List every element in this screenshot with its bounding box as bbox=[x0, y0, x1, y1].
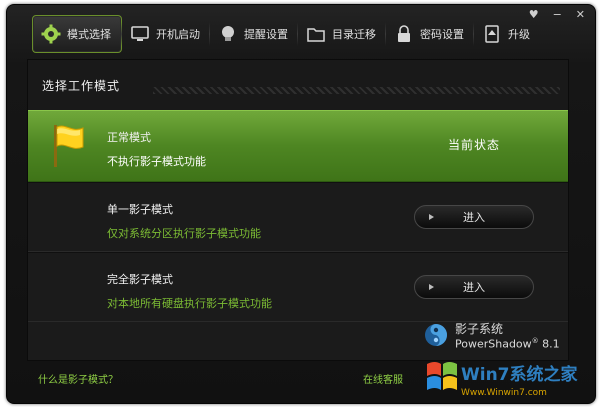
tab-mode-select[interactable]: 模式选择 bbox=[32, 15, 122, 53]
monitor-icon bbox=[130, 24, 150, 44]
lock-icon bbox=[394, 24, 414, 44]
enter-single-mode-label: 进入 bbox=[463, 211, 485, 224]
mode-row-full: 完全影子模式 对本地所有硬盘执行影子模式功能 进入 bbox=[28, 252, 568, 322]
watermark-url: Www.Winwin7.com bbox=[461, 388, 547, 398]
tab-mode-select-label: 模式选择 bbox=[67, 28, 111, 41]
powershadow-logo-icon bbox=[425, 324, 447, 346]
tab-reminder-label: 提醒设置 bbox=[244, 28, 288, 41]
panel-title: 选择工作模式 bbox=[42, 78, 121, 93]
tab-startup-label: 开机启动 bbox=[156, 28, 200, 41]
tab-password[interactable]: 密码设置 bbox=[385, 16, 474, 52]
lightbulb-icon bbox=[218, 24, 238, 44]
tab-reminder[interactable]: 提醒设置 bbox=[209, 16, 298, 52]
flag-icon bbox=[54, 125, 84, 167]
top-tabs: 模式选择 开机启动 提醒设置 目录迁移 密码设置 升级 bbox=[32, 15, 540, 53]
enter-full-mode-button[interactable]: 进入 bbox=[414, 275, 534, 299]
win7-watermark: Win7系统之家 Www.Winwin7.com bbox=[427, 362, 578, 398]
mode-desc-single: 仅对系统分区执行影子模式功能 bbox=[107, 227, 261, 240]
mode-row-single: 单一影子模式 仅对系统分区执行影子模式功能 进入 bbox=[28, 182, 568, 252]
mode-desc-full: 对本地所有硬盘执行影子模式功能 bbox=[107, 297, 272, 310]
panel-header: 选择工作模式 bbox=[28, 60, 568, 110]
play-arrow-icon bbox=[429, 214, 434, 220]
mode-row-normal[interactable]: 正常模式 不执行影子模式功能 当前状态 bbox=[28, 110, 568, 182]
brand-name-cn: 影子系统 bbox=[455, 322, 504, 336]
brand-name-en: PowerShadow® 8.1 bbox=[455, 337, 560, 351]
tab-dir-migrate-label: 目录迁移 bbox=[332, 28, 376, 41]
enter-single-mode-button[interactable]: 进入 bbox=[414, 205, 534, 229]
enter-full-mode-label: 进入 bbox=[463, 281, 485, 294]
mode-name-single: 单一影子模式 bbox=[107, 203, 173, 216]
current-status-label: 当前状态 bbox=[448, 138, 501, 152]
minimize-icon[interactable]: − bbox=[553, 8, 562, 21]
tab-upgrade[interactable]: 升级 bbox=[473, 16, 540, 52]
watermark-title: Win7系统之家 bbox=[461, 364, 578, 385]
folder-icon bbox=[306, 24, 326, 44]
mode-name-normal: 正常模式 bbox=[107, 131, 151, 144]
tab-password-label: 密码设置 bbox=[420, 28, 464, 41]
tab-startup[interactable]: 开机启动 bbox=[121, 16, 210, 52]
mode-desc-normal: 不执行影子模式功能 bbox=[107, 155, 206, 168]
gear-icon bbox=[41, 24, 61, 44]
online-service-link[interactable]: 在线客服 bbox=[363, 371, 403, 386]
play-arrow-icon bbox=[429, 284, 434, 290]
close-icon[interactable]: ✕ bbox=[576, 8, 585, 21]
mode-name-full: 完全影子模式 bbox=[107, 273, 173, 286]
mode-panel: 选择工作模式 正常模式 不执行影子模式功能 当前状态 单一影子模式 仅对系统分区… bbox=[27, 59, 569, 361]
header-divider bbox=[153, 87, 560, 94]
tab-upgrade-label: 升级 bbox=[508, 28, 530, 41]
upgrade-icon bbox=[482, 24, 502, 44]
windows-logo-icon bbox=[427, 362, 457, 390]
what-is-shadow-mode-link[interactable]: 什么是影子模式？ bbox=[38, 371, 118, 386]
brand-version: 8.1 bbox=[542, 337, 560, 351]
brand-en-text: PowerShadow bbox=[455, 337, 532, 351]
tab-dir-migrate[interactable]: 目录迁移 bbox=[297, 16, 386, 52]
